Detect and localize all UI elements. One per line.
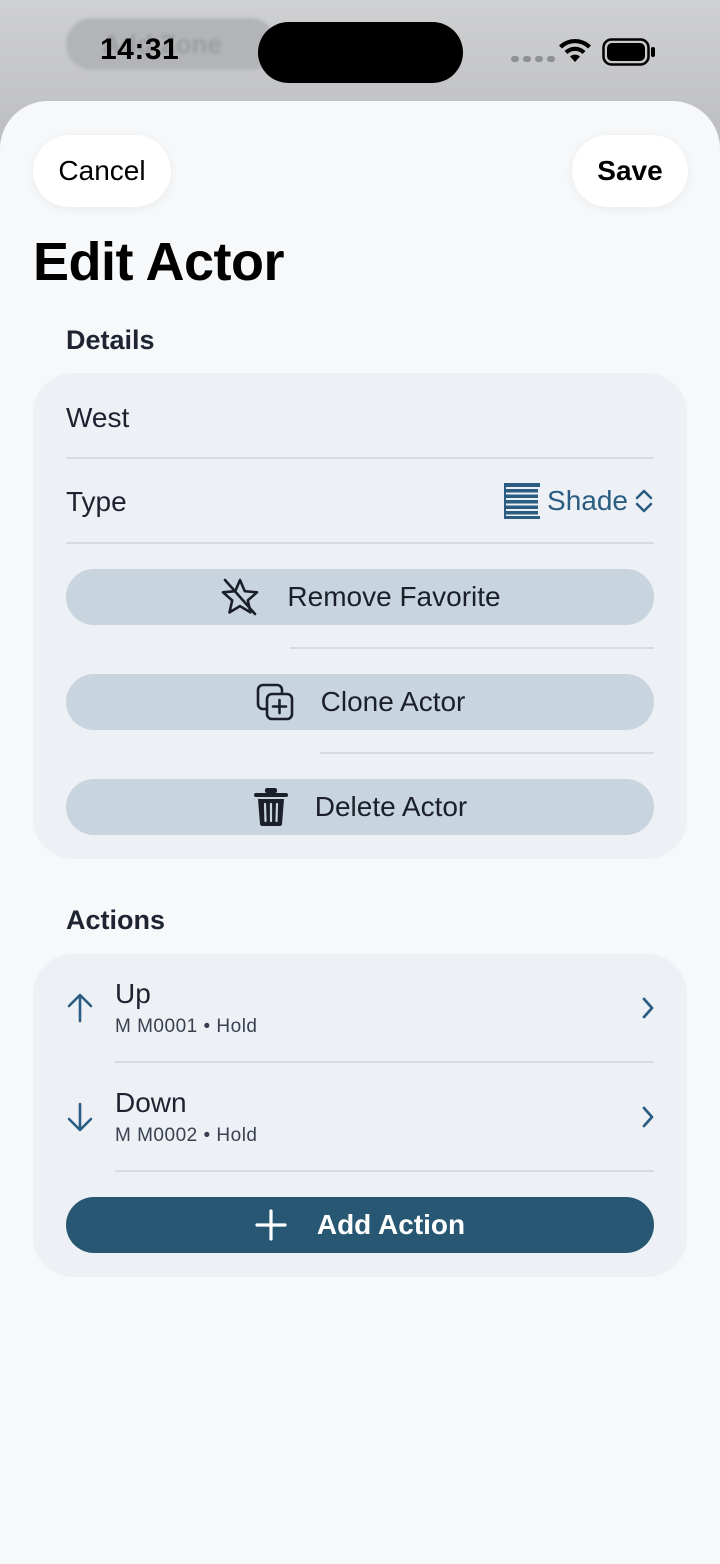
actor-name-field[interactable]: West (66, 402, 129, 434)
clone-actor-button[interactable]: Clone Actor (66, 674, 654, 730)
actions-section-header: Actions (66, 905, 166, 935)
cellular-signal-icon (511, 56, 555, 62)
delete-actor-button[interactable]: Delete Actor (66, 779, 654, 835)
action-title: Down (115, 1087, 187, 1118)
type-picker[interactable]: Shade (503, 482, 654, 520)
action-subtitle: M M0002 • Hold (115, 1125, 258, 1146)
arrow-down-icon (67, 1102, 93, 1132)
plus-icon (255, 1209, 287, 1241)
save-button[interactable]: Save (572, 135, 688, 207)
divider (290, 647, 654, 649)
remove-favorite-label: Remove Favorite (287, 581, 501, 612)
clone-actor-label: Clone Actor (320, 686, 466, 717)
divider (320, 752, 654, 754)
cancel-button[interactable]: Cancel (33, 135, 171, 207)
action-title: Up (115, 978, 151, 1009)
actions-card: Up M M0001 • Hold Down M M0002 • Hold Ad… (33, 954, 687, 1277)
status-time: 14:31 (100, 33, 180, 66)
delete-actor-label: Delete Actor (314, 791, 468, 822)
status-bar: 14:31 (0, 0, 720, 100)
trash-icon (253, 788, 288, 826)
type-label: Type (66, 486, 127, 517)
details-section-header: Details (66, 325, 155, 355)
type-value: Shade (547, 485, 628, 516)
arrow-up-icon (67, 993, 93, 1023)
divider (115, 1170, 654, 1172)
star-slash-icon (222, 578, 259, 616)
action-row-down[interactable]: Down M M0002 • Hold (33, 1063, 687, 1171)
edit-actor-sheet: Cancel Save Edit Actor Details West Type… (0, 101, 720, 1564)
chevron-up-down-icon (635, 489, 653, 513)
action-subtitle: M M0001 • Hold (115, 1016, 258, 1037)
details-card: West Type Shade Remove Favorite Clone Ac… (33, 373, 687, 859)
add-action-label: Add Action (316, 1209, 466, 1240)
divider (66, 542, 654, 544)
action-row-up[interactable]: Up M M0001 • Hold (33, 954, 687, 1062)
chevron-right-icon (642, 997, 654, 1019)
page-title: Edit Actor (33, 232, 285, 292)
battery-icon (602, 38, 655, 66)
dynamic-island (258, 22, 463, 83)
clone-plus-icon (256, 683, 293, 721)
chevron-right-icon (642, 1106, 654, 1128)
shade-blinds-icon (504, 483, 541, 519)
divider (66, 457, 654, 459)
remove-favorite-button[interactable]: Remove Favorite (66, 569, 654, 625)
wifi-icon (559, 39, 591, 62)
add-action-button[interactable]: Add Action (66, 1197, 654, 1253)
